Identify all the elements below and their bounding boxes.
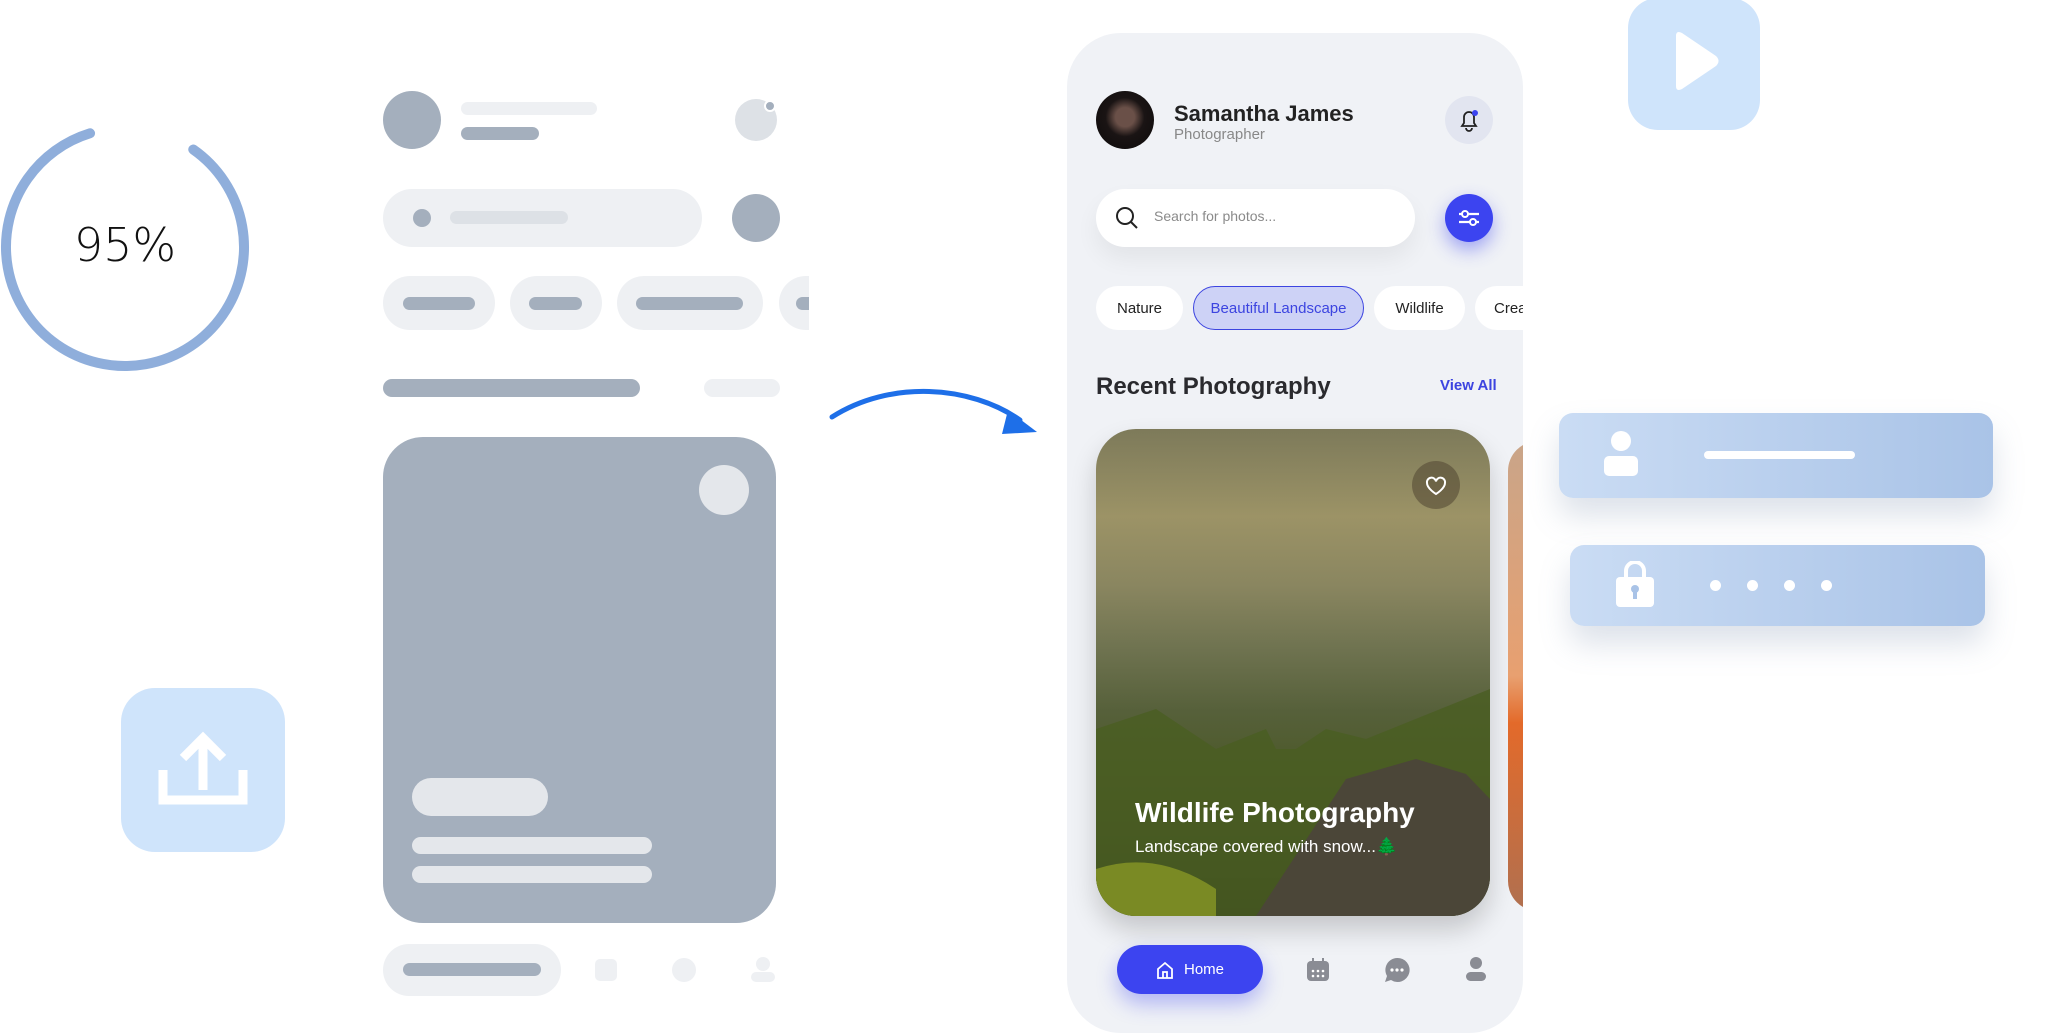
chip-nature[interactable]: Nature <box>1096 286 1183 330</box>
nav-home-label: Home <box>1183 961 1224 978</box>
profile-name: Samantha James <box>1174 101 1354 126</box>
skeleton-chips <box>383 276 809 330</box>
chip-beautiful-landscape[interactable]: Beautiful Landscape <box>1193 286 1364 330</box>
user-icon <box>1604 431 1638 476</box>
username-field[interactable] <box>1559 413 1993 498</box>
card-title: Wildlife Photography <box>1135 797 1415 828</box>
progress-label: 95% <box>73 218 177 272</box>
calendar-icon <box>595 959 617 981</box>
skeleton-dot <box>413 209 431 227</box>
skeleton-link <box>704 379 780 397</box>
chat-icon <box>672 958 696 982</box>
search-icon <box>1116 207 1138 229</box>
section-title: Recent Photography <box>1096 373 1331 400</box>
avatar[interactable] <box>1096 91 1154 149</box>
skeleton-heading <box>383 379 640 397</box>
chip-wildlife[interactable]: Wildlife <box>1374 286 1465 330</box>
skeleton-dot <box>764 100 776 112</box>
card-subtitle: Landscape covered with snow...🌲 <box>1135 837 1397 857</box>
upload-tile[interactable] <box>121 688 285 852</box>
username-line <box>1704 451 1855 459</box>
photo-card[interactable]: Wildlife Photography Landscape covered w… <box>1096 429 1490 916</box>
search-input[interactable]: Search for photos... <box>1096 189 1415 247</box>
arrow-icon <box>829 388 1037 434</box>
play-tile[interactable] <box>1628 0 1760 130</box>
nav-profile-icon[interactable] <box>1465 956 1487 982</box>
filter-button[interactable] <box>1445 194 1493 242</box>
chip-creative[interactable]: Crea <box>1475 286 1523 330</box>
user-icon <box>751 972 775 982</box>
tree-icon: 🌲 <box>1375 837 1398 856</box>
card-subtitle-text: Landscape covered with snow... <box>1135 837 1376 856</box>
skeleton-line <box>461 102 597 115</box>
play-icon <box>1676 32 1719 90</box>
upload-icon <box>158 731 248 805</box>
password-field[interactable] <box>1570 545 1985 626</box>
password-dots <box>1710 580 1832 591</box>
skeleton-filter <box>732 194 780 242</box>
user-icon <box>756 957 770 971</box>
skeleton-line <box>461 127 539 140</box>
skeleton-line <box>450 211 568 224</box>
skeleton-card <box>383 437 776 923</box>
search-placeholder: Search for photos... <box>1154 208 1277 224</box>
phone-screen: Samantha James Photographer Search for p… <box>1067 33 1523 1033</box>
notification-button[interactable] <box>1445 96 1493 144</box>
sliders-icon <box>1459 210 1479 226</box>
home-icon <box>1157 961 1173 979</box>
nav-chat-icon[interactable] <box>1384 957 1410 983</box>
lock-icon <box>1616 561 1654 607</box>
skeleton-avatar <box>383 91 441 149</box>
profile-role: Photographer <box>1174 126 1265 143</box>
nav-home[interactable]: Home <box>1117 945 1263 994</box>
next-photo-card[interactable] <box>1508 441 1523 911</box>
bell-icon <box>1460 110 1478 132</box>
nav-calendar-icon[interactable] <box>1306 958 1330 982</box>
skeleton-line <box>403 963 541 976</box>
view-all-link[interactable]: View All <box>1440 377 1497 394</box>
heart-icon <box>1425 476 1447 496</box>
favorite-button[interactable] <box>1412 461 1460 509</box>
